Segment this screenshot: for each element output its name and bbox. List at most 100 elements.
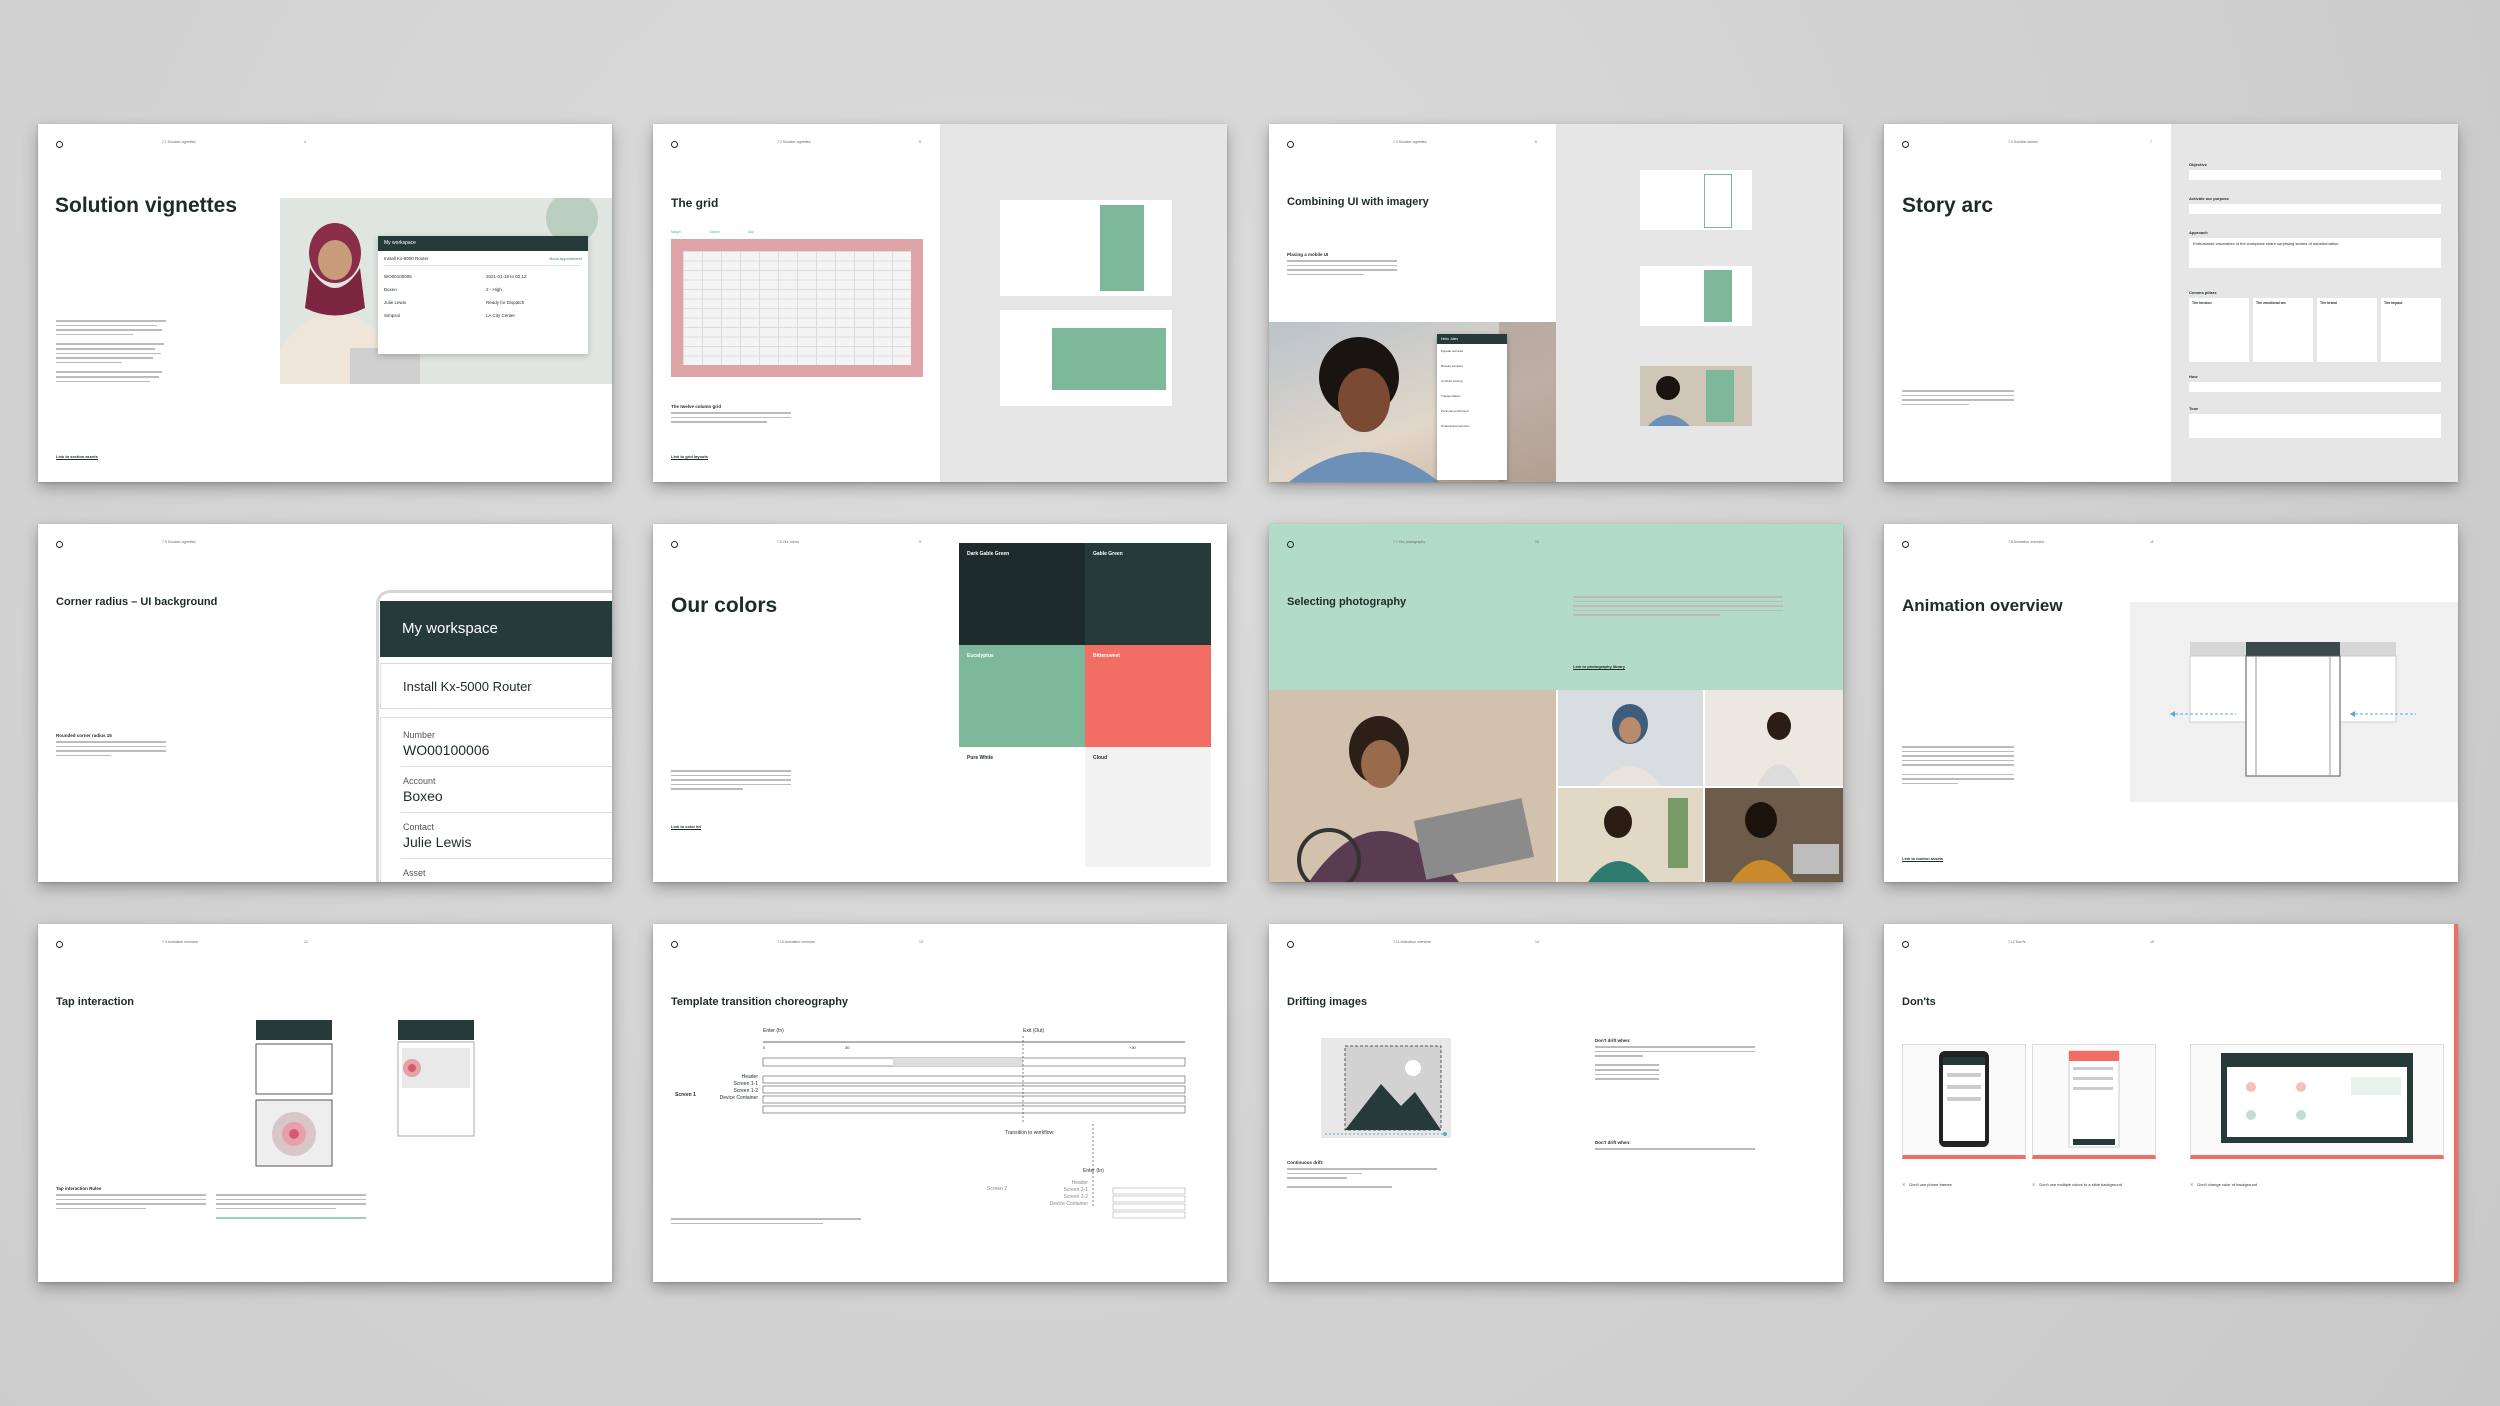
body-text [671,770,791,793]
slide-combining-ui-imagery[interactable]: 7.3 Solution vignettes 6 Combining UI wi… [1269,124,1843,482]
woman-tablet-photo [1705,690,1843,786]
drift-image-diagram [1321,1038,1451,1138]
man-wheelchair-photo [1269,690,1556,882]
logo-icon [671,541,678,548]
body-text [671,412,791,426]
slide-header: 7.7 Our photography [1393,540,1426,544]
color-swatch-name: Pure White [967,755,994,761]
book-appointment-link[interactable]: Book Appointment [550,256,582,261]
page-number: 7 [2150,140,2152,144]
logo-icon [56,941,63,948]
page-number: 5 [919,140,921,144]
slide-subtitle: Tap interaction Rules [56,1186,102,1191]
slide-our-colors[interactable]: 7.6 Our colors 9 Our colors Link to colo… [653,524,1227,882]
body-text-2 [216,1194,366,1222]
tap-phone-diagram [254,1018,334,1168]
slide-solution-vignettes[interactable]: 7.1 Solution vignettes 4 Solution vignet… [38,124,612,482]
color-swatch-name: Dark Gable Green [967,551,1010,557]
dont-drift-label-1: Don't drift when: [1595,1038,1631,1043]
coral-edge-bar [2454,924,2458,1282]
slide-title: Our colors [671,594,778,617]
woman-phone-photo [1558,788,1703,882]
slide-header: 7.11 Animation overview [1393,940,1431,944]
photography-library-link[interactable]: Link to photography library [1573,664,1626,670]
workspace-header: My workspace [380,601,612,657]
logo-icon [1902,941,1909,948]
body-text [671,1218,861,1227]
card-row: Install Kx-5000 Router [384,256,429,261]
color-swatch: Cloud [1085,747,1211,867]
card-fields-right: 2021-01-18 to 02:12 2 - High Ready for Dis… [486,274,527,318]
logo-icon [1902,541,1909,548]
body-text [1902,746,2014,787]
slide-corner-radius[interactable]: 7.5 Solution vignettes Corner radius – U… [38,524,612,882]
caption-3: ✕ Don't change color of background [2190,1182,2258,1187]
slide-title: Story arc [1902,194,1994,217]
slide-title: Selecting photography [1287,596,1407,608]
x-icon: ✕ [1902,1182,1906,1187]
continuous-drift-label: Continuous drift: [1287,1160,1324,1165]
grid-examples-panel [940,124,1227,482]
color-swatch-name: Eucalyptus [967,653,994,659]
grid-labels: Margin Column Gap [671,230,754,234]
color-swatch-name: Gable Green [1093,551,1123,557]
x-icon: ✕ [2190,1182,2194,1187]
mountain-image-icon [1325,1045,1447,1136]
mobile-ui-menu: Hello Jules Popular services Browse servi… [1437,334,1507,480]
slide-header: 7.5 Solution vignettes [162,540,196,544]
story-arc-panel: Objective Activate our purpose Approach … [2171,124,2458,482]
workspace-row: Install Kx-5000 Router [380,663,612,709]
page-number: 15 [2150,940,2154,944]
slide-drifting-images[interactable]: 7.11 Animation overview 14 Drifting imag… [1269,924,1843,1282]
color-kit-link[interactable]: Link to color kit [671,824,701,830]
slide-selecting-photography[interactable]: 7.7 Our photography 10 Selecting photogr… [1269,524,1843,882]
woman-hijab-photo [1558,690,1703,786]
ui-background-frame: My workspace Install Kx-5000 Router Numb… [376,590,612,882]
logo-icon [1287,141,1294,148]
layout-examples-panel [1556,124,1843,482]
slide-title: Corner radius – UI background [56,596,218,608]
tap-phone-example [396,1018,476,1138]
slide-donts[interactable]: 7.12 Don'ts 15 Don'ts ✕ Don't use phone f… [1884,924,2458,1282]
logo-icon [1287,541,1294,548]
page-number: 11 [2150,540,2154,544]
slide-story-arc[interactable]: 7.4 Solution stories 7 Story arc Objecti… [1884,124,2458,482]
color-swatch: Gable Green [1085,543,1211,645]
woman-headset-illustration [1289,322,1556,482]
color-swatch: Dark Gable Green [959,543,1085,645]
animation-diagram [2130,602,2458,802]
slide-the-grid[interactable]: 7.2 Solution vignettes 5 The grid Margin… [653,124,1227,482]
slide-title: The grid [671,196,719,210]
color-swatch: Pure White [959,747,1085,867]
x-icon: ✕ [2032,1182,2036,1187]
slide-animation-overview[interactable]: 7.8 Animation overview 11 Animation over… [1884,524,2458,882]
logo-icon [671,141,678,148]
screen-transition-diagram [2170,642,2416,777]
caption-2: ✕ Don't use multiple colors to a slide ba… [2032,1182,2122,1187]
body-text [56,741,166,759]
color-swatch: Bittersweet [1085,645,1211,747]
dont-example-phone-frame [1902,1044,2026,1159]
comms-pillars: The tension The emotional arc The brand … [2189,298,2441,362]
slide-title: Don'ts [1902,996,1936,1008]
motion-assets-link[interactable]: Link to motion assets [1902,856,1944,862]
page-number: 10 [1535,540,1539,544]
section-assets-link[interactable]: Link to section assets [56,454,98,460]
hero-photo: My workspace Install Kx-5000 Router Book… [280,198,612,384]
page-number: 14 [1535,940,1539,944]
slide-header: 7.1 Solution vignettes [162,140,196,144]
slide-title: Solution vignettes [55,194,238,217]
slide-tap-interaction[interactable]: 7.9 Animation overview 12 Tap interactio… [38,924,612,1282]
body-text [56,320,166,385]
dont-drift-label-2: Don't drift when: [1595,1140,1631,1145]
workspace-fields: Number WO00100006 Account Boxeo Contact … [380,717,612,882]
slide-transition-choreography[interactable]: 7.10 Animation overview 13 Template tran… [653,924,1227,1282]
slide-header: 7.9 Animation overview [162,940,198,944]
slide-header: 7.3 Solution vignettes [1393,140,1427,144]
page-number: 9 [919,540,921,544]
slide-subtitle: Rounded corner radius 15 [56,733,112,738]
logo-icon [1287,941,1294,948]
body-text-3 [1595,1148,1755,1153]
grid-layouts-link[interactable]: Link to grid layouts [671,454,708,460]
page-number: 6 [1535,140,1537,144]
